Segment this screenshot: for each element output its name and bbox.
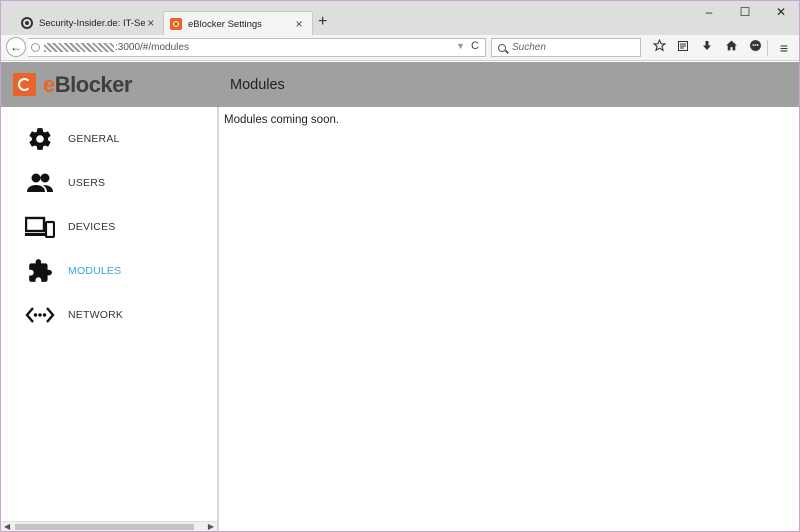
scrollbar-thumb[interactable] [15,524,194,530]
sidebar-item-label: GENERAL [68,133,120,145]
site-info-icon[interactable] [31,43,40,52]
security-insider-favicon-icon [21,17,33,29]
page-title: Modules [230,76,285,93]
puzzle-icon [25,258,55,284]
tab-eblocker-settings[interactable]: eBlocker Settings × [163,11,313,36]
tab-close-icon[interactable]: × [145,16,157,30]
brand-bar: eBlocker [1,62,219,107]
sidebar-item-modules[interactable]: MODULES [1,249,217,293]
main-header: Modules [219,62,799,107]
masked-hostname [44,43,114,52]
scroll-left-icon[interactable]: ◀ [4,522,10,531]
menu-icon[interactable]: ≡ [775,39,793,57]
star-icon[interactable] [647,38,671,58]
tab-strip: Security-Insider.de: IT-Sec... × eBlocke… [1,1,799,36]
url-text: :3000/#/modules [115,42,189,53]
sidebar-item-general[interactable]: GENERAL [1,117,217,161]
sidebar-horizontal-scrollbar[interactable]: ◀ ▶ [1,521,217,531]
scroll-right-icon[interactable]: ▶ [208,522,214,531]
gear-icon [25,126,55,152]
download-icon[interactable] [695,38,719,58]
sidebar-item-label: USERS [68,177,106,189]
minimize-button[interactable]: – [691,1,727,23]
window-controls: – ☐ ✕ [691,1,799,23]
chat-icon[interactable] [743,38,767,58]
network-icon [25,302,55,328]
browser-window: Security-Insider.de: IT-Sec... × eBlocke… [0,0,800,532]
search-icon [498,43,506,52]
sidebar: eBlocker GENERAL USERS DEVICES MODULES N… [1,62,219,531]
url-bar[interactable]: :3000/#/modules ▼ C [28,38,486,57]
search-placeholder: Suchen [512,42,546,53]
sidebar-item-label: DEVICES [68,221,116,233]
eblocker-app: eBlocker GENERAL USERS DEVICES MODULES N… [1,62,799,531]
devices-icon [25,214,55,240]
home-icon[interactable] [719,38,743,58]
sidebar-item-label: MODULES [68,265,122,277]
new-tab-button[interactable]: + [318,13,327,31]
navigation-bar: ← :3000/#/modules ▼ C Suchen ≡ [1,35,799,61]
toolbar-separator [767,40,768,56]
url-dropdown-icon[interactable]: ▼ [456,41,465,51]
main-panel: Modules Modules coming soon. [219,62,799,531]
reload-icon[interactable]: C [471,40,479,52]
maximize-button[interactable]: ☐ [727,1,763,23]
tab-title: eBlocker Settings [188,18,262,30]
search-bar[interactable]: Suchen [491,38,641,57]
sidebar-item-devices[interactable]: DEVICES [1,205,217,249]
tab-title: Security-Insider.de: IT-Sec... [39,17,145,29]
eblocker-logo-icon [13,73,36,96]
back-button[interactable]: ← [6,37,26,57]
close-window-button[interactable]: ✕ [763,1,799,23]
sidebar-nav: GENERAL USERS DEVICES MODULES NETWORK [1,117,217,337]
brand-name: eBlocker [43,71,132,97]
tab-security-insider[interactable]: Security-Insider.de: IT-Sec... × [15,11,163,35]
users-icon [25,170,55,196]
sidebar-item-users[interactable]: USERS [1,161,217,205]
toolbar-icons [647,38,767,58]
tab-close-icon[interactable]: × [292,17,306,31]
sidebar-item-label: NETWORK [68,309,124,321]
content-message: Modules coming soon. [224,114,340,126]
eblocker-favicon-icon [170,18,182,30]
reading-list-icon[interactable] [671,38,695,58]
sidebar-item-network[interactable]: NETWORK [1,293,217,337]
